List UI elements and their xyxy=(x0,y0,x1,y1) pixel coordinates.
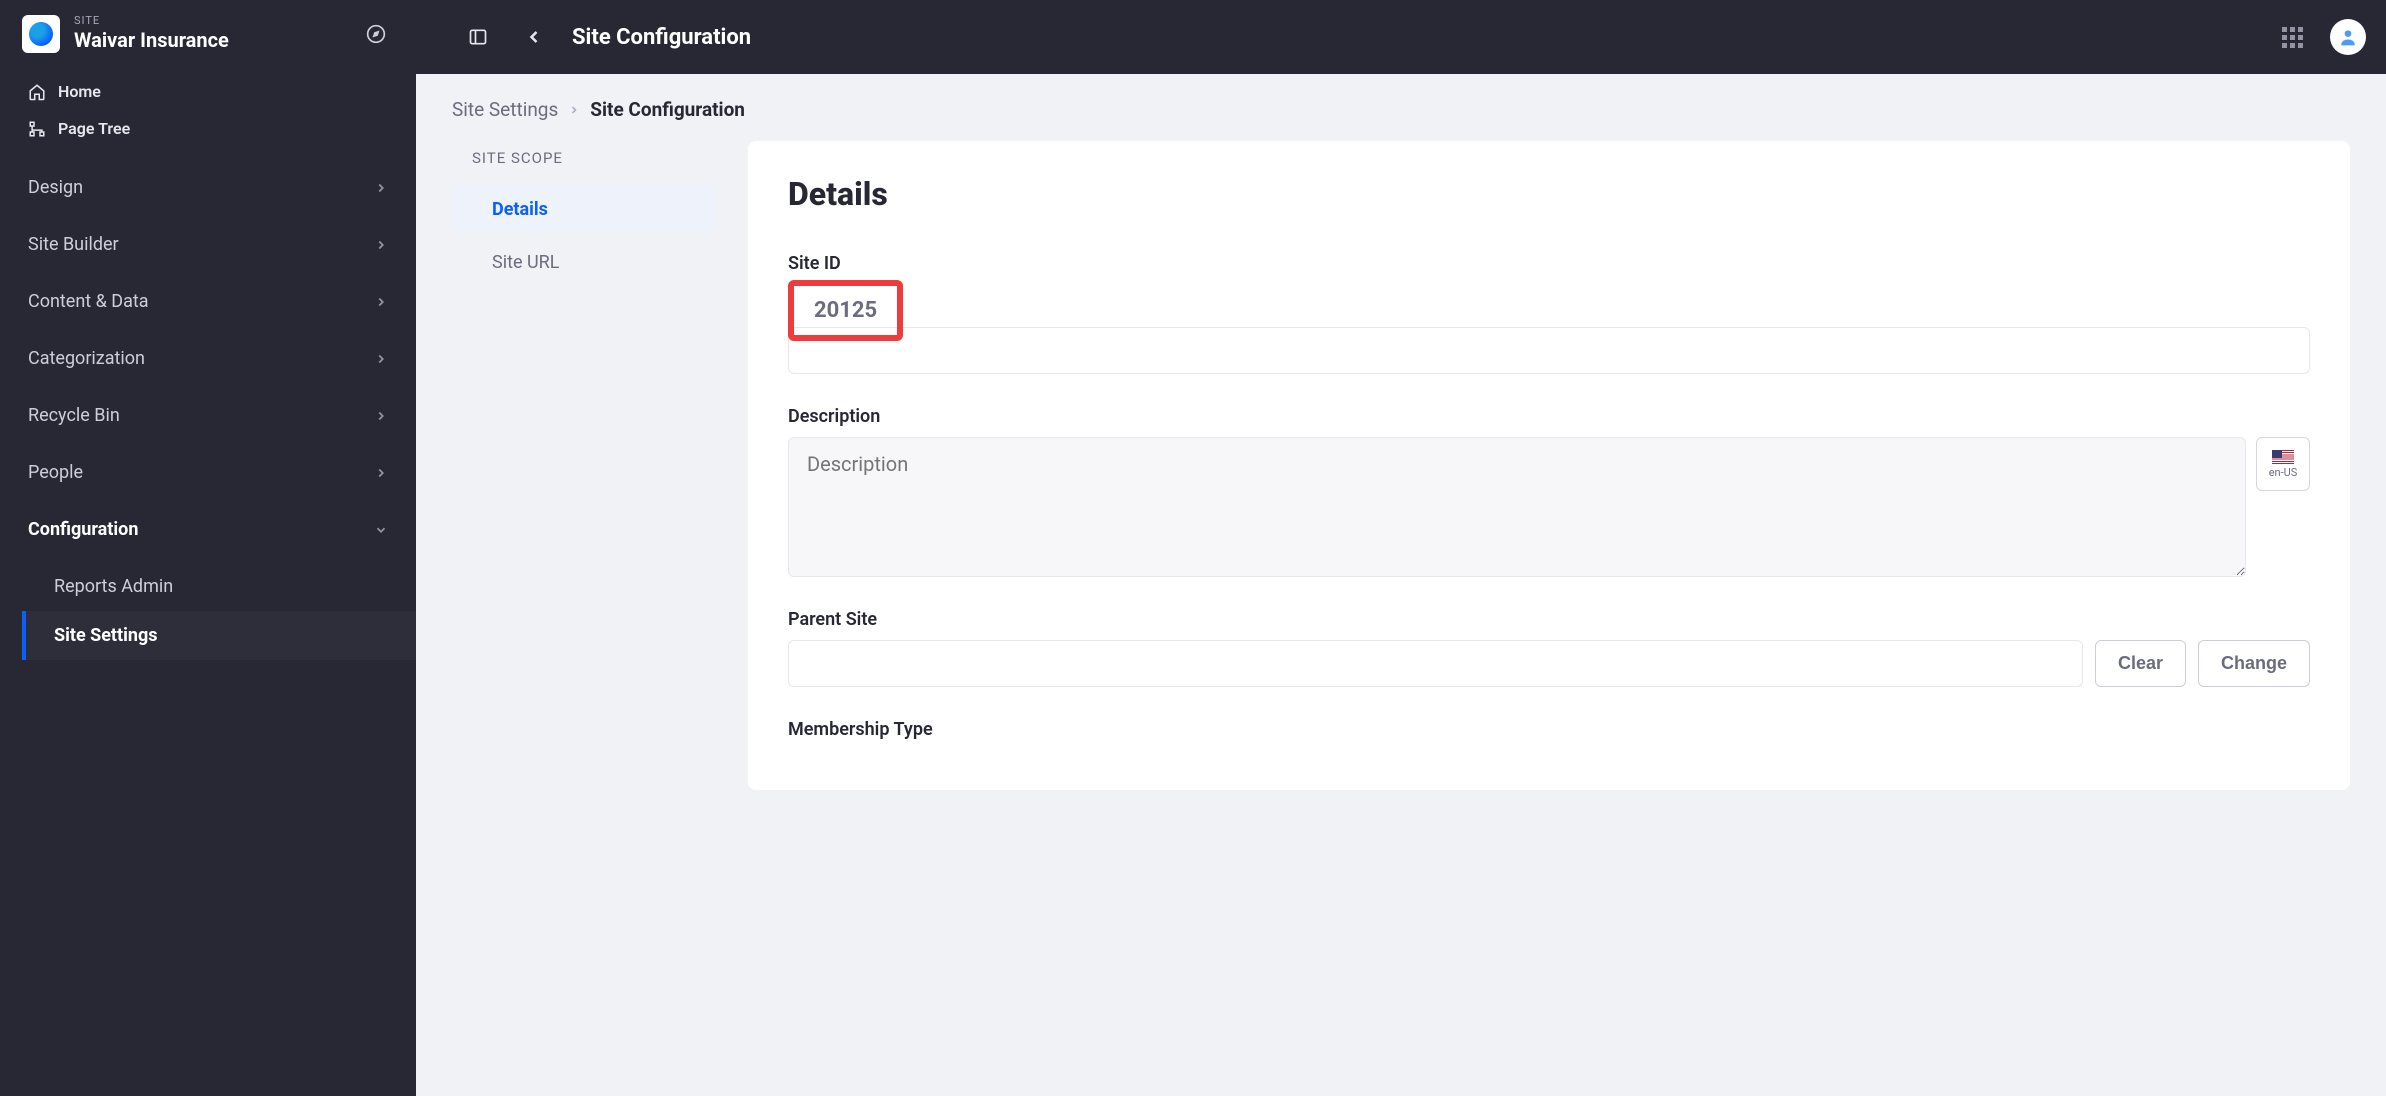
nav-content-data[interactable]: Content & Data xyxy=(0,273,416,330)
nav-design[interactable]: Design xyxy=(0,159,416,216)
clear-button[interactable]: Clear xyxy=(2095,640,2186,687)
chevron-right-icon xyxy=(374,238,388,252)
breadcrumb-parent[interactable]: Site Settings xyxy=(452,98,558,121)
flag-us-icon xyxy=(2272,450,2294,464)
chevron-right-icon xyxy=(568,104,580,116)
details-panel: Details Site ID 20125 Description xyxy=(748,141,2350,790)
user-icon xyxy=(2338,27,2358,47)
back-button[interactable] xyxy=(516,19,552,55)
breadcrumb-current: Site Configuration xyxy=(590,98,745,121)
site-logo[interactable] xyxy=(22,15,60,53)
sidebar: SITE Waivar Insurance Home Page Tr xyxy=(0,0,416,1096)
locale-code: en-US xyxy=(2269,466,2298,479)
locale-selector[interactable]: en-US xyxy=(2256,437,2310,491)
panel-toggle-icon[interactable] xyxy=(460,19,496,55)
nav-categorization[interactable]: Categorization xyxy=(0,330,416,387)
site-id-highlight: 20125 xyxy=(788,280,903,341)
membership-type-label: Membership Type xyxy=(788,719,2310,740)
site-title: Waivar Insurance xyxy=(74,27,344,53)
site-id-label: Site ID xyxy=(788,253,2310,274)
nav-site-settings[interactable]: Site Settings xyxy=(22,611,416,660)
compass-icon[interactable] xyxy=(358,16,394,52)
sidemenu: SITE SCOPE Details Site URL xyxy=(452,141,716,291)
home-icon xyxy=(28,83,46,101)
change-button[interactable]: Change xyxy=(2198,640,2310,687)
nav-people[interactable]: People xyxy=(0,444,416,501)
description-textarea[interactable] xyxy=(788,437,2246,577)
description-label: Description xyxy=(788,406,2310,427)
sidemenu-details[interactable]: Details xyxy=(452,185,716,234)
nav-home[interactable]: Home xyxy=(10,73,406,110)
nav-reports-admin[interactable]: Reports Admin xyxy=(22,562,416,611)
nav-site-builder[interactable]: Site Builder xyxy=(0,216,416,273)
sidebar-header: SITE Waivar Insurance xyxy=(0,0,416,67)
topbar: Site Configuration xyxy=(416,0,2386,74)
site-eyebrow: SITE xyxy=(74,14,344,27)
parent-site-label: Parent Site xyxy=(788,609,2310,630)
panel-heading: Details xyxy=(788,175,2310,213)
chevron-right-icon xyxy=(374,409,388,423)
parent-site-input[interactable] xyxy=(788,640,2083,687)
nav-configuration[interactable]: Configuration xyxy=(0,501,416,558)
chevron-right-icon xyxy=(374,466,388,480)
apps-grid-icon[interactable] xyxy=(2274,19,2310,55)
page-title: Site Configuration xyxy=(572,25,751,50)
nav-main: Design Site Builder Content & Data Categ… xyxy=(0,153,416,670)
chevron-down-icon xyxy=(374,523,388,537)
avatar[interactable] xyxy=(2330,19,2366,55)
sidemenu-heading: SITE SCOPE xyxy=(452,141,716,181)
chevron-right-icon xyxy=(374,352,388,366)
chevron-right-icon xyxy=(374,181,388,195)
nav-recycle-bin[interactable]: Recycle Bin xyxy=(0,387,416,444)
site-id-value: 20125 xyxy=(796,288,895,333)
sidemenu-site-url[interactable]: Site URL xyxy=(452,238,716,287)
nav-page-tree-label: Page Tree xyxy=(58,119,130,138)
breadcrumb: Site Settings Site Configuration xyxy=(452,92,2350,141)
site-id-input xyxy=(788,327,2310,374)
nav-page-tree[interactable]: Page Tree xyxy=(10,110,406,147)
chevron-right-icon xyxy=(374,295,388,309)
nav-home-label: Home xyxy=(58,82,101,101)
tree-icon xyxy=(28,120,46,138)
